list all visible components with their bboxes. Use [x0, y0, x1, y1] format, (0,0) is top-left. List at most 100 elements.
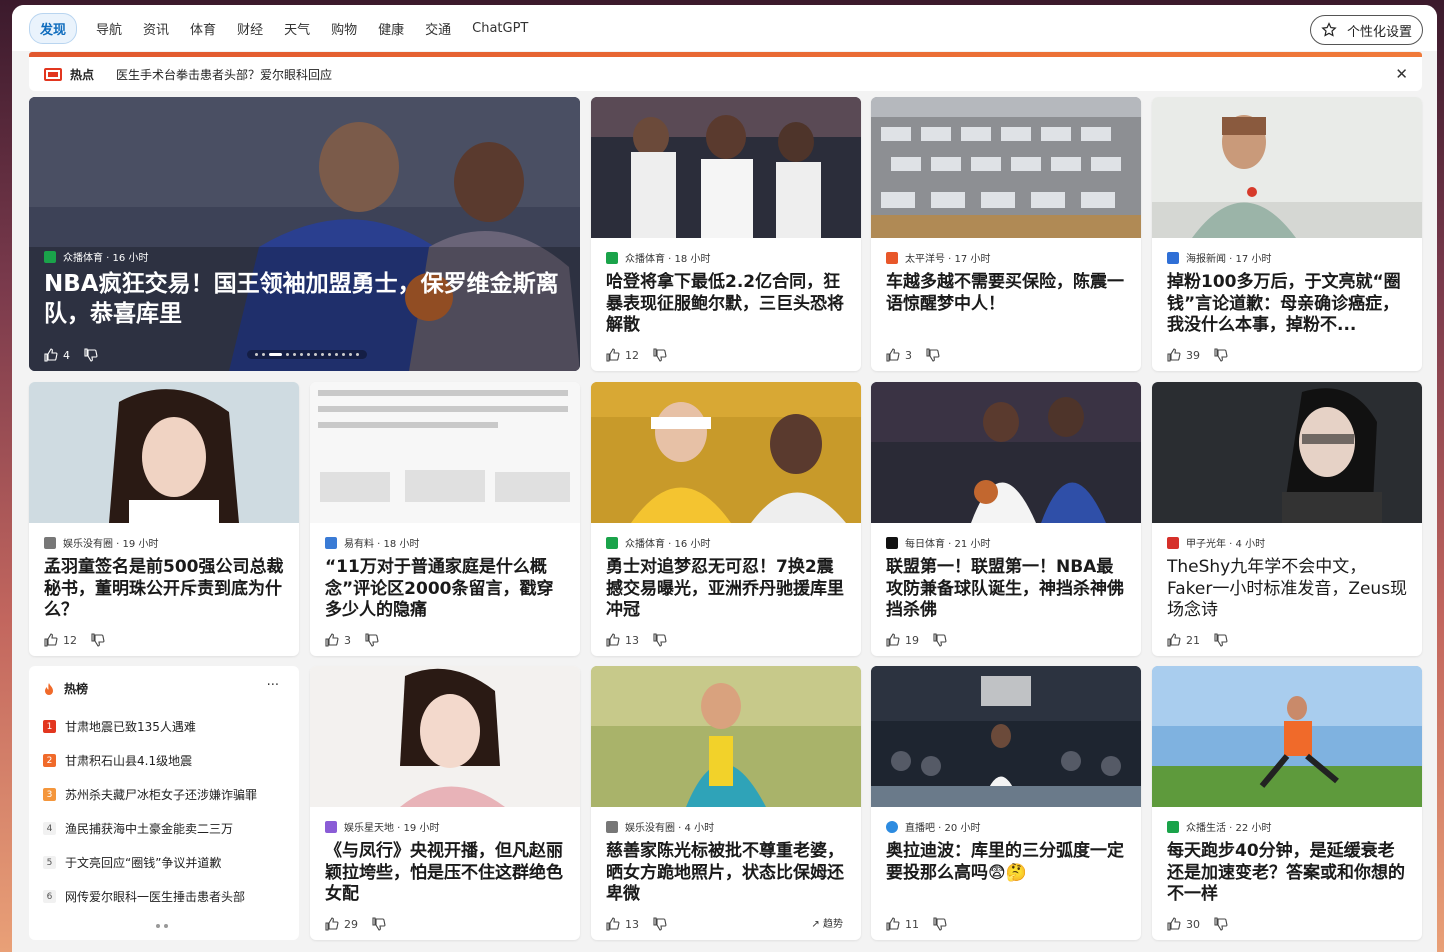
card-title[interactable]: 孟羽童签名是前500强公司总裁秘书，董明珠公开斥责到底为什么？: [44, 557, 285, 622]
news-card[interactable]: 海报新闻 · 17 小时 掉粉100多万后，于文亮就“圈钱”言论道歉：母亲确诊癌…: [1152, 97, 1422, 371]
tab-discover[interactable]: 发现: [29, 12, 78, 44]
thumbs-down-icon[interactable]: [1214, 633, 1228, 647]
thumbs-down-icon[interactable]: [933, 917, 947, 931]
source-logo-icon: [886, 251, 898, 264]
trending-page-indicator[interactable]: [154, 924, 170, 928]
more-options-icon[interactable]: ···: [267, 678, 279, 693]
card-title[interactable]: 掉粉100多万后，于文亮就“圈钱”言论道歉：母亲确诊癌症，我没什么本事，掉粉不.…: [1167, 272, 1408, 337]
tab-shopping[interactable]: 购物: [331, 19, 357, 38]
hero-source: 众播体育 · 16 小时: [44, 249, 148, 264]
thumbs-up-icon[interactable]: [606, 917, 620, 931]
thumbs-down-icon[interactable]: [653, 633, 667, 647]
trending-item[interactable]: 1 甘肃地震已致135人遇难: [43, 718, 196, 735]
tab-sports[interactable]: 体育: [190, 19, 216, 38]
trending-header: 热榜: [42, 680, 88, 697]
like-count: 4: [63, 348, 70, 362]
trending-item[interactable]: 6 网传爱尔眼科一医生捶击患者头部: [43, 888, 245, 905]
news-card[interactable]: 甲子光年 · 4 小时 TheShy九年学不会中文，Faker一小时标准发音，Z…: [1152, 382, 1422, 656]
tab-news[interactable]: 资讯: [143, 19, 169, 38]
source-text: 太平洋号 · 17 小时: [905, 254, 991, 265]
card-title[interactable]: 联盟第一！联盟第一！NBA最攻防兼备球队诞生，神挡杀神佛挡杀佛: [886, 557, 1127, 622]
thumbs-down-icon[interactable]: [84, 348, 98, 362]
thumbs-down-icon[interactable]: [372, 917, 386, 931]
news-card[interactable]: 众播体育 · 18 小时 哈登将拿下最低2.2亿合同，狂暴表现征服鲍尔默，三巨头…: [591, 97, 861, 371]
close-icon[interactable]: ✕: [1395, 65, 1408, 83]
card-source: 娱乐没有圈 · 19 小时: [44, 535, 158, 550]
source-logo-icon: [325, 536, 337, 549]
thumbs-down-icon[interactable]: [1214, 917, 1228, 931]
news-card[interactable]: 娱乐没有圈 · 4 小时 慈善家陈光标被批不尊重老婆，晒女方跪地照片，状态比保姆…: [591, 666, 861, 940]
card-title[interactable]: TheShy九年学不会中文，Faker一小时标准发音，Zeus现场念诗: [1167, 557, 1408, 622]
tab-weather[interactable]: 天气: [284, 19, 310, 38]
news-card[interactable]: 太平洋号 · 17 小时 车越多越不需要买保险，陈震一语惊醒梦中人！ 3: [871, 97, 1141, 371]
trending-item[interactable]: 4 渔民捕获海中土豪金能卖二三万: [43, 820, 233, 837]
trending-item[interactable]: 3 苏州杀夫藏尸冰柜女子还涉嫌诈骗罪: [43, 786, 257, 803]
thumbs-up-icon[interactable]: [325, 633, 339, 647]
news-card[interactable]: 娱乐没有圈 · 19 小时 孟羽童签名是前500强公司总裁秘书，董明珠公开斥责到…: [29, 382, 299, 656]
card-title[interactable]: “11万对于普通家庭是什么概念”评论区2000条留言，戳穿多少人的隐痛: [325, 557, 566, 622]
card-title[interactable]: 每天跑步40分钟，是延缓衰老还是加速变老？答案或和你想的不一样: [1167, 841, 1408, 906]
thumbs-up-icon[interactable]: [606, 348, 620, 362]
rank-badge: 2: [43, 754, 56, 767]
tab-traffic[interactable]: 交通: [425, 19, 451, 38]
card-title[interactable]: 慈善家陈光标被批不尊重老婆，晒女方跪地照片，状态比保姆还卑微: [606, 841, 847, 906]
thumbs-down-icon[interactable]: [926, 348, 940, 362]
thumbs-down-icon[interactable]: [365, 633, 379, 647]
like-count: 29: [344, 917, 358, 931]
thumbs-up-icon[interactable]: [325, 917, 339, 931]
thumbs-down-icon[interactable]: [933, 633, 947, 647]
thumbs-up-icon[interactable]: [886, 348, 900, 362]
thumbs-up-icon[interactable]: [1167, 917, 1181, 931]
rank-badge: 5: [43, 856, 56, 869]
thumbs-up-icon[interactable]: [606, 633, 620, 647]
card-source: 易有料 · 18 小时: [325, 535, 419, 550]
thumbs-up-icon[interactable]: [1167, 348, 1181, 362]
news-card[interactable]: 众播体育 · 16 小时 勇士对追梦忍无可忍！7换2震撼交易曝光，亚洲乔丹驰援库…: [591, 382, 861, 656]
card-image: [871, 666, 1141, 807]
like-count: 13: [625, 917, 639, 931]
trending-item[interactable]: 5 于文亮回应“圈钱”争议并道歉: [43, 854, 221, 871]
source-logo-icon: [886, 820, 898, 833]
news-card[interactable]: 众播生活 · 22 小时 每天跑步40分钟，是延缓衰老还是加速变老？答案或和你想…: [1152, 666, 1422, 940]
tab-finance[interactable]: 财经: [237, 19, 263, 38]
hot-news-link[interactable]: 医生手术台拳击患者头部？爱尔眼科回应: [116, 66, 332, 83]
personalize-button[interactable]: 个性化设置: [1309, 15, 1423, 45]
news-card[interactable]: 易有料 · 18 小时 “11万对于普通家庭是什么概念”评论区2000条留言，戳…: [310, 382, 580, 656]
source-logo-icon: [325, 820, 337, 833]
card-image: [591, 666, 861, 807]
hero-source-text: 众播体育 · 16 小时: [63, 253, 149, 264]
thumbs-up-icon[interactable]: [886, 633, 900, 647]
thumbs-up-icon[interactable]: [886, 917, 900, 931]
tab-health[interactable]: 健康: [378, 19, 404, 38]
carousel-indicator[interactable]: [247, 350, 367, 359]
source-logo-icon: [886, 536, 898, 549]
card-title[interactable]: 车越多越不需要买保险，陈震一语惊醒梦中人！: [886, 272, 1127, 315]
sparkle-star-icon: [1321, 22, 1337, 37]
thumbs-down-icon[interactable]: [1214, 348, 1228, 362]
card-image: [1152, 97, 1422, 238]
news-card[interactable]: 直播吧 · 20 小时 奥拉迪波：库里的三分弧度一定要投那么高吗😨🤔 11: [871, 666, 1141, 940]
tab-chatgpt[interactable]: ChatGPT: [472, 21, 528, 36]
card-title[interactable]: 勇士对追梦忍无可忍！7换2震撼交易曝光，亚洲乔丹驰援库里冲冠: [606, 557, 847, 622]
card-image: [591, 97, 861, 238]
hot-news-banner[interactable]: 热点 医生手术台拳击患者头部？爱尔眼科回应 ✕: [29, 57, 1422, 91]
card-source: 直播吧 · 20 小时: [886, 819, 980, 834]
tab-navigation[interactable]: 导航: [96, 19, 122, 38]
news-card[interactable]: 每日体育 · 21 小时 联盟第一！联盟第一！NBA最攻防兼备球队诞生，神挡杀神…: [871, 382, 1141, 656]
card-image: [29, 382, 299, 523]
thumbs-up-icon[interactable]: [1167, 633, 1181, 647]
thumbs-down-icon[interactable]: [91, 633, 105, 647]
hero-title[interactable]: NBA疯狂交易！国王领袖加盟勇士，保罗维金斯离队，恭喜库里: [44, 269, 566, 329]
hero-actions: 4: [44, 348, 98, 362]
card-actions: 12: [44, 633, 105, 647]
news-card[interactable]: 娱乐星天地 · 19 小时 《与凤行》央视开播，但凡赵丽颖拉垮些，怕是压不住这群…: [310, 666, 580, 940]
thumbs-up-icon[interactable]: [44, 633, 58, 647]
thumbs-up-icon[interactable]: [44, 348, 58, 362]
thumbs-down-icon[interactable]: [653, 348, 667, 362]
trending-item[interactable]: 2 甘肃积石山县4.1级地震: [43, 752, 192, 769]
hero-card[interactable]: 众播体育 · 16 小时 NBA疯狂交易！国王领袖加盟勇士，保罗维金斯离队，恭喜…: [29, 97, 580, 371]
card-title[interactable]: 哈登将拿下最低2.2亿合同，狂暴表现征服鲍尔默，三巨头恐将解散: [606, 272, 847, 337]
thumbs-down-icon[interactable]: [653, 917, 667, 931]
card-title[interactable]: 奥拉迪波：库里的三分弧度一定要投那么高吗😨🤔: [886, 841, 1127, 884]
card-title[interactable]: 《与凤行》央视开播，但凡赵丽颖拉垮些，怕是压不住这群绝色女配: [325, 841, 566, 906]
